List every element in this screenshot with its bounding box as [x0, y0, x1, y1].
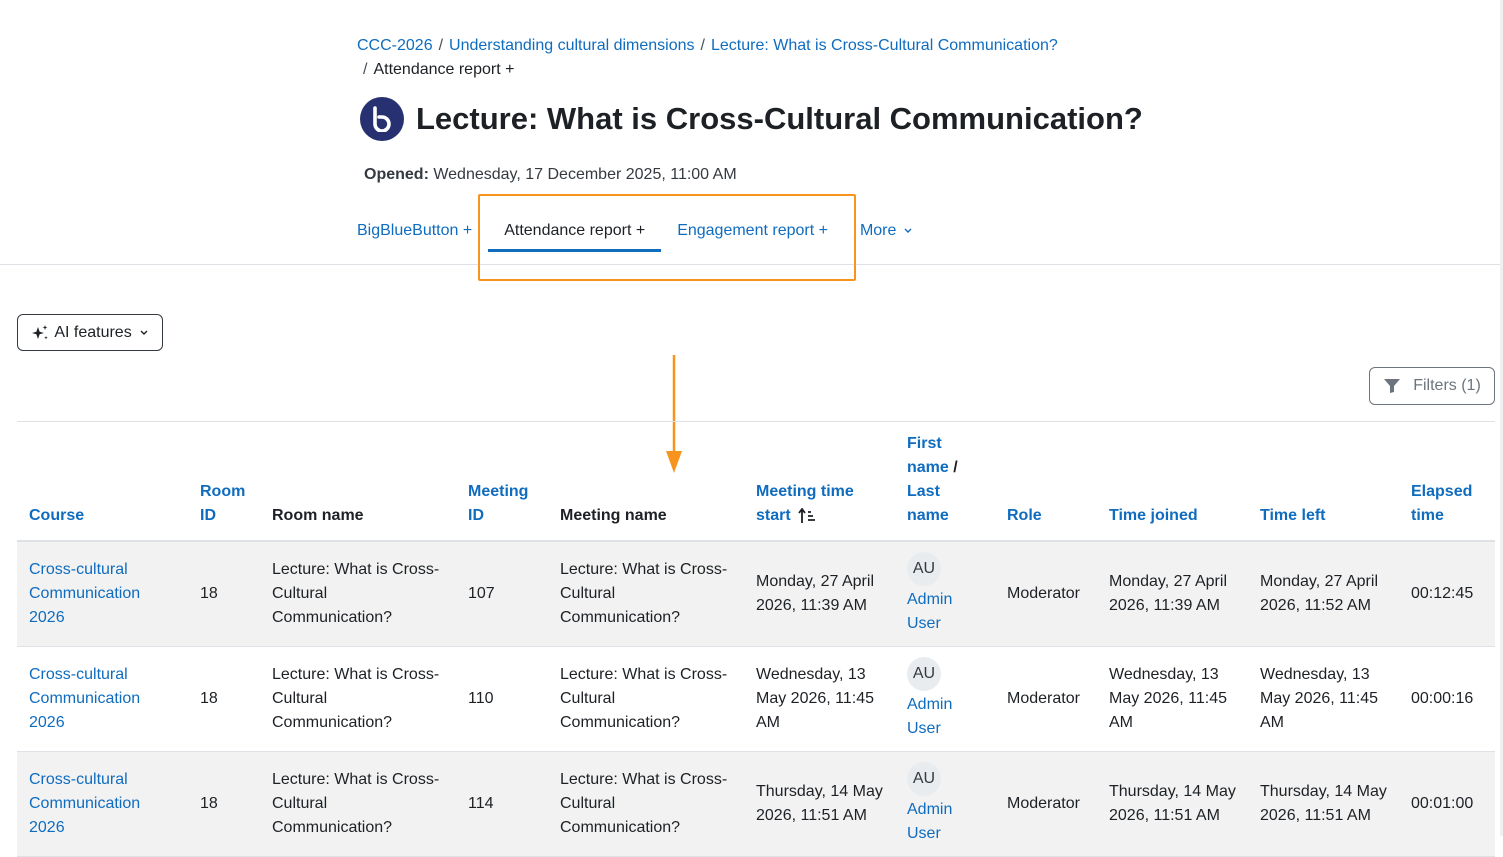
- elapsed-time-cell: 00:00:16: [1399, 646, 1495, 752]
- breadcrumb-separator: /: [700, 37, 705, 54]
- column-role[interactable]: Role: [995, 432, 1097, 542]
- column-meeting-id[interactable]: Meeting ID: [456, 432, 548, 542]
- user-cell: AU Admin User: [895, 541, 995, 647]
- role-cell: Moderator: [995, 541, 1097, 647]
- chevron-down-icon: [904, 228, 912, 233]
- page-header: Lecture: What is Cross-Cultural Communic…: [360, 97, 1143, 141]
- column-time-left[interactable]: Time left: [1248, 432, 1399, 542]
- sort-last-name[interactable]: Last name: [907, 483, 949, 524]
- breadcrumb-course[interactable]: CCC-2026: [357, 37, 433, 54]
- column-room-name: Room name: [260, 432, 456, 542]
- meeting-id-cell: 114: [456, 751, 548, 857]
- elapsed-time-cell: 00:01:00: [1399, 751, 1495, 857]
- sparkle-icon: [32, 324, 49, 339]
- breadcrumb: CCC-2026 / Understanding cultural dimensio…: [357, 34, 1117, 82]
- highlight-box: [478, 194, 856, 281]
- sort-first-name[interactable]: First name: [907, 435, 949, 476]
- room-id-cell: 18: [188, 646, 260, 752]
- time-left-cell: Thursday, 14 May 2026, 11:51 AM: [1248, 751, 1399, 857]
- tab-more[interactable]: More: [860, 210, 913, 252]
- elapsed-time-cell: 00:12:45: [1399, 541, 1495, 647]
- name-separator: /: [953, 459, 958, 476]
- course-link[interactable]: Cross-cultural Communication 2026: [29, 771, 140, 836]
- column-meeting-time-start[interactable]: Meeting time start: [744, 432, 895, 542]
- filter-icon: [1384, 379, 1401, 393]
- page-title: Lecture: What is Cross-Cultural Communic…: [416, 101, 1143, 136]
- avatar[interactable]: AU: [907, 762, 941, 796]
- room-name-cell: Lecture: What is Cross-Cultural Communic…: [260, 646, 456, 752]
- filters-label: Filters (1): [1413, 377, 1481, 394]
- sort-ascending-icon: [798, 507, 816, 523]
- role-cell: Moderator: [995, 751, 1097, 857]
- room-name-cell: Lecture: What is Cross-Cultural Communic…: [260, 751, 456, 857]
- table-header-row: Course Room ID Room name Meeting ID Meet…: [17, 432, 1495, 542]
- tab-more-label: More: [859, 222, 897, 239]
- meeting-name-cell: Lecture: What is Cross-Cultural Communic…: [548, 646, 744, 752]
- breadcrumb-section[interactable]: Understanding cultural dimensions: [449, 37, 694, 54]
- time-joined-cell: Wednesday, 13 May 2026, 11:45 AM: [1097, 646, 1248, 752]
- column-first-last-name: First name / Last name: [895, 432, 995, 542]
- breadcrumb-separator: /: [363, 61, 368, 78]
- meeting-id-cell: 110: [456, 646, 548, 752]
- chevron-down-icon: [140, 330, 148, 335]
- room-name-cell: Lecture: What is Cross-Cultural Communic…: [260, 541, 456, 647]
- column-course[interactable]: Course: [17, 432, 188, 542]
- course-link[interactable]: Cross-cultural Communication 2026: [29, 561, 140, 626]
- tab-bigbluebutton[interactable]: BigBlueButton +: [357, 210, 472, 252]
- table-row: Cross-cultural Communication 2026 18 Lec…: [17, 541, 1495, 647]
- column-meeting-name: Meeting name: [548, 432, 744, 542]
- time-joined-cell: Thursday, 14 May 2026, 11:51 AM: [1097, 751, 1248, 857]
- column-elapsed-time[interactable]: Elapsed time: [1399, 432, 1495, 542]
- table-row: Cross-cultural Communication 2026 18 Lec…: [17, 646, 1495, 752]
- opened-label: Opened:: [364, 166, 429, 183]
- table-divider: [17, 421, 1495, 422]
- role-cell: Moderator: [995, 646, 1097, 752]
- column-time-joined[interactable]: Time joined: [1097, 432, 1248, 542]
- breadcrumb-separator: /: [438, 37, 444, 54]
- meeting-start-cell: Thursday, 14 May 2026, 11:51 AM: [744, 751, 895, 857]
- ai-features-label: AI features: [54, 323, 132, 341]
- opened-value: Wednesday, 17 December 2025, 11:00 AM: [433, 166, 737, 183]
- breadcrumb-activity[interactable]: Lecture: What is Cross-Cultural Communic…: [711, 37, 1058, 54]
- meeting-start-cell: Wednesday, 13 May 2026, 11:45 AM: [744, 646, 895, 752]
- ai-features-button[interactable]: AI features: [17, 314, 163, 351]
- room-id-cell: 18: [188, 541, 260, 647]
- meeting-start-cell: Monday, 27 April 2026, 11:39 AM: [744, 541, 895, 647]
- time-left-cell: Wednesday, 13 May 2026, 11:45 AM: [1248, 646, 1399, 752]
- avatar[interactable]: AU: [907, 657, 941, 691]
- meeting-id-cell: 107: [456, 541, 548, 647]
- user-link[interactable]: Admin User: [907, 696, 952, 737]
- filters-button[interactable]: Filters (1): [1369, 367, 1495, 405]
- table-row: Cross-cultural Communication 2026 18 Lec…: [17, 751, 1495, 857]
- meeting-name-cell: Lecture: What is Cross-Cultural Communic…: [548, 541, 744, 647]
- user-cell: AU Admin User: [895, 751, 995, 857]
- attendance-table: Course Room ID Room name Meeting ID Meet…: [17, 432, 1495, 857]
- opened-date: Opened: Wednesday, 17 December 2025, 11:…: [364, 166, 737, 184]
- course-link[interactable]: Cross-cultural Communication 2026: [29, 666, 140, 731]
- time-left-cell: Monday, 27 April 2026, 11:52 AM: [1248, 541, 1399, 647]
- user-link[interactable]: Admin User: [907, 591, 952, 632]
- time-joined-cell: Monday, 27 April 2026, 11:39 AM: [1097, 541, 1248, 647]
- user-cell: AU Admin User: [895, 646, 995, 752]
- meeting-name-cell: Lecture: What is Cross-Cultural Communic…: [548, 751, 744, 857]
- breadcrumb-current: Attendance report +: [373, 61, 515, 78]
- bigbluebutton-icon: [360, 97, 404, 141]
- room-id-cell: 18: [188, 751, 260, 857]
- column-room-id[interactable]: Room ID: [188, 432, 260, 542]
- avatar[interactable]: AU: [907, 552, 941, 586]
